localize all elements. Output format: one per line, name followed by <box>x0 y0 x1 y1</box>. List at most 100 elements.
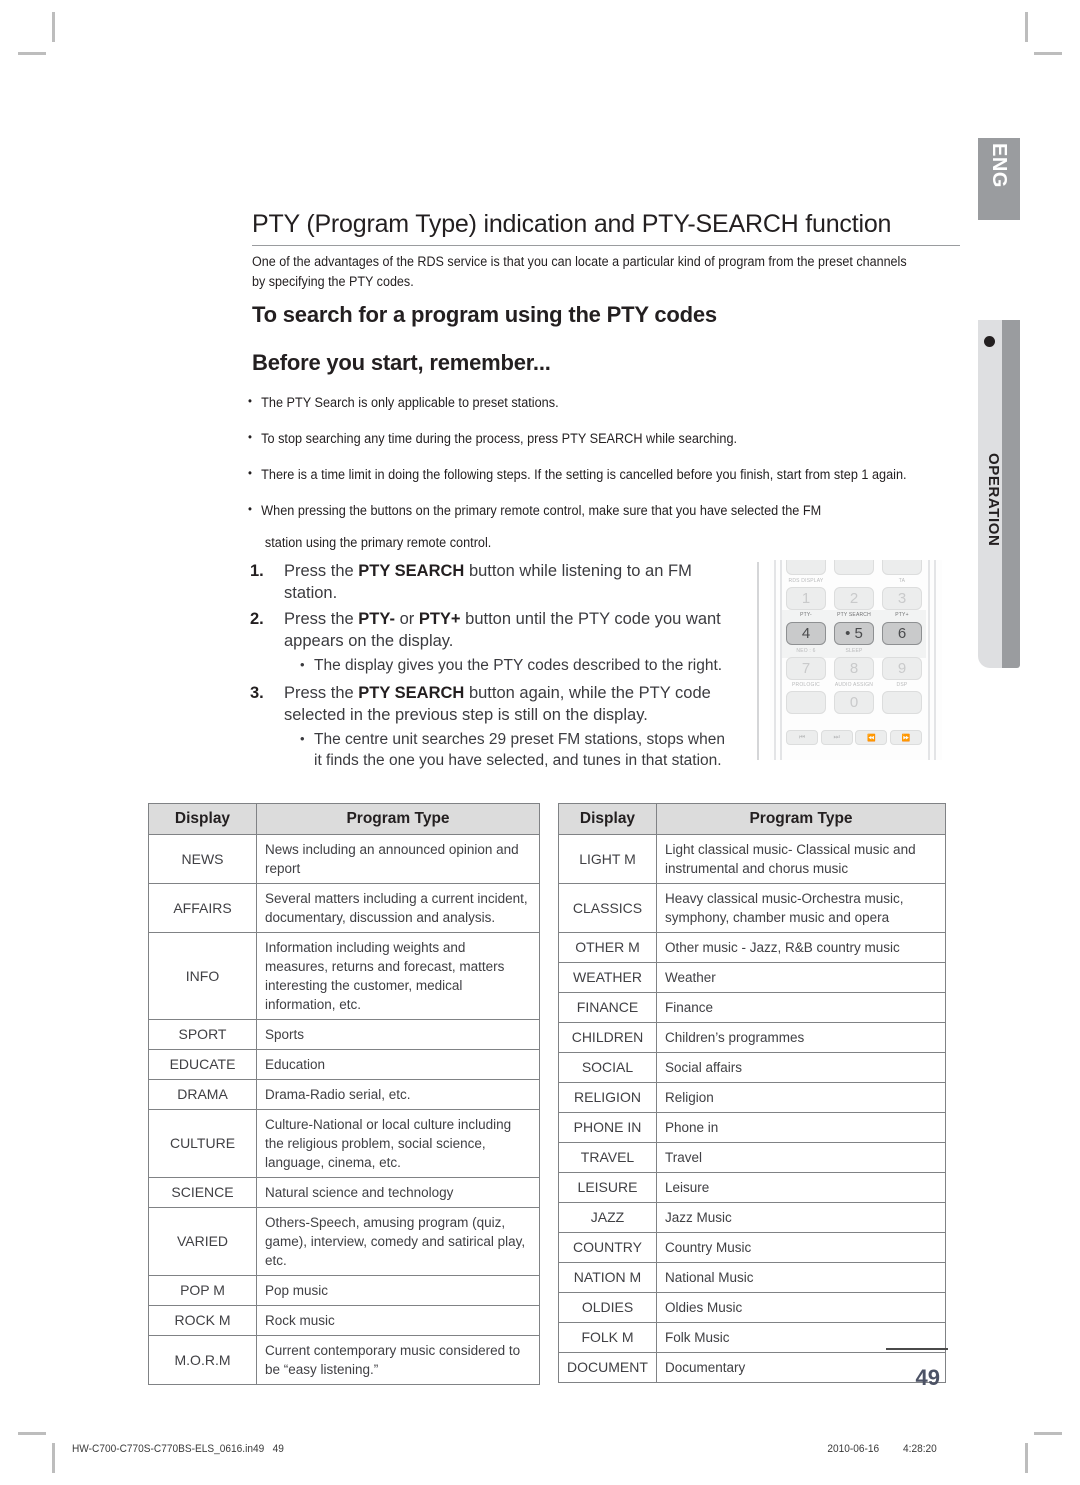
cell-display-code: NATION M <box>558 1262 657 1293</box>
step-text-before: Press the <box>284 562 359 580</box>
table-row: RELIGION Religion <box>558 1082 946 1113</box>
remote-button-dsp <box>882 691 922 714</box>
cell-display-code: SCIENCE <box>148 1177 257 1208</box>
remote-label-row-3: NEO : 6 SLEEP <box>786 647 922 655</box>
section-tab-label: OPERATION <box>985 453 1002 547</box>
footer-date: 2010-06-16 <box>827 1443 880 1455</box>
cell-display-code: EDUCATE <box>148 1049 257 1080</box>
cell-program-type: Current contemporary music considered to… <box>256 1335 540 1385</box>
table-header-row: Display Program Type <box>148 803 540 835</box>
page-number-rule <box>886 1348 948 1350</box>
remote-row-456: 4 • 5 6 <box>786 622 922 645</box>
cell-display-code: JAZZ <box>558 1202 657 1233</box>
step-bold-term-2: PTY+ <box>418 610 461 628</box>
cell-display-code: FINANCE <box>558 992 657 1023</box>
cell-program-type: Social affairs <box>656 1052 946 1083</box>
footer-right: 2010-06-16 4:28:20 <box>827 1443 936 1455</box>
remote-button-blank-a <box>786 560 826 575</box>
cell-display-code: NEWS <box>148 834 257 884</box>
cell-display-code: OTHER M <box>558 932 657 963</box>
cell-display-code: FOLK M <box>558 1322 657 1353</box>
remote-label-pty-plus: PTY+ <box>895 611 909 619</box>
pty-code-table-right: Display Program Type LIGHT M Light classi… <box>558 803 946 1383</box>
table-row: AFFAIRS Several matters including a curre… <box>148 883 540 933</box>
step-number: 3. <box>250 684 264 702</box>
step-bold-term: PTY SEARCH <box>358 684 465 702</box>
cell-program-type: Heavy classical music-Orchestra music, s… <box>656 883 946 933</box>
cell-program-type: News including an announced opinion and … <box>256 834 540 884</box>
cell-program-type: Several matters including a current inci… <box>256 883 540 933</box>
crop-mark-top-left-vertical <box>52 12 55 42</box>
cell-display-code: DRAMA <box>148 1079 257 1110</box>
table-row: M.O.R.M Current contemporary music consid… <box>148 1335 540 1385</box>
step-text-mid: or <box>394 610 419 628</box>
cell-display-code: ROCK M <box>148 1305 257 1336</box>
cell-program-type: Oldies Music <box>656 1292 946 1323</box>
remote-button-blank-c <box>882 560 922 575</box>
cell-program-type: Culture-National or local culture includ… <box>256 1109 540 1178</box>
cell-display-code: SOCIAL <box>558 1052 657 1083</box>
section-tab-operation: OPERATION <box>978 320 1020 668</box>
cell-program-type: Travel <box>656 1142 946 1173</box>
table-header-row: Display Program Type <box>558 803 946 835</box>
remote-row-789: 7 8 9 <box>786 657 922 680</box>
section-tab-dark-band <box>1000 320 1020 668</box>
cell-display-code: CULTURE <box>148 1109 257 1178</box>
table-row: LEISURE Leisure <box>558 1172 946 1203</box>
remote-label-rds-display: RDS DISPLAY <box>788 577 824 585</box>
table-row: VARIED Others-Speech, amusing program (qu… <box>148 1207 540 1276</box>
pty-code-table-left: Display Program Type NEWS News including … <box>148 803 540 1385</box>
table-row: JAZZ Jazz Music <box>558 1202 946 1233</box>
remote-button-9: 9 <box>882 657 922 680</box>
language-tab-label: ENG <box>988 143 1010 188</box>
column-header-display: Display <box>148 803 257 835</box>
notes-list: The PTY Search is only applicable to pre… <box>248 392 964 569</box>
remote-label-neo6: NEO : 6 <box>796 647 816 655</box>
note-item-line1: When pressing the buttons on the primary… <box>261 503 822 518</box>
cell-program-type: Finance <box>656 992 946 1023</box>
remote-label-row-2: PTY- PTY SEARCH PTY+ <box>786 611 922 619</box>
remote-label-blank-2 <box>882 648 922 655</box>
remote-label-dsp: DSP <box>896 681 908 689</box>
crop-mark-bottom-right-horizontal <box>1034 1432 1062 1435</box>
step-sub-list: The display gives you the PTY codes desc… <box>284 654 730 676</box>
crop-mark-top-right-horizontal <box>1034 52 1062 55</box>
cell-display-code: DOCUMENT <box>558 1352 657 1383</box>
heading-search-program: To search for a program using the PTY co… <box>252 302 717 327</box>
remote-edge-left-outer <box>774 560 776 760</box>
remote-label-pty-search: PTY SEARCH <box>837 611 871 619</box>
note-item: To stop searching any time during the pr… <box>248 428 921 448</box>
cell-display-code: TRAVEL <box>558 1142 657 1173</box>
heading-before-you-start: Before you start, remember... <box>252 350 551 375</box>
table-row: SPORT Sports <box>148 1019 540 1050</box>
remote-edge-right-outer <box>934 560 936 760</box>
page-canvas: ENG OPERATION PTY (Program Type) indicat… <box>0 0 1080 1485</box>
note-item: There is a time limit in doing the follo… <box>248 464 921 484</box>
remote-label-audio-assign: AUDIO ASSIGN <box>834 681 874 689</box>
table-row: INFO Information including weights and me… <box>148 932 540 1020</box>
step-item-1: 1. Press the PTY SEARCH button while lis… <box>250 560 730 604</box>
step-number: 1. <box>250 562 264 580</box>
remote-label-row-4: PROLOGIC AUDIO ASSIGN DSP <box>786 681 922 689</box>
cell-display-code: CHILDREN <box>558 1022 657 1053</box>
step-sub-item: The centre unit searches 29 preset FM st… <box>300 728 730 771</box>
crop-mark-bottom-right-vertical <box>1025 1443 1028 1473</box>
step-bold-term: PTY SEARCH <box>358 562 465 580</box>
cell-display-code: VARIED <box>148 1207 257 1276</box>
table-row: CULTURE Culture-National or local culture… <box>148 1109 540 1178</box>
remote-button-fast-forward-icon: ⏩ <box>889 730 922 745</box>
table-row: DRAMA Drama-Radio serial, etc. <box>148 1079 540 1110</box>
cell-display-code: LIGHT M <box>558 834 657 884</box>
cell-display-code: WEATHER <box>558 962 657 993</box>
table-row: ROCK M Rock music <box>148 1305 540 1336</box>
crop-mark-top-left-horizontal <box>18 52 46 55</box>
remote-control-illustration: RDS DISPLAY TA 1 2 3 PTY- PTY SEARCH PTY… <box>770 560 942 760</box>
column-header-display: Display <box>558 803 657 835</box>
note-item: When pressing the buttons on the primary… <box>248 500 921 552</box>
remote-button-6: 6 <box>882 622 922 645</box>
cell-program-type: Phone in <box>656 1112 946 1143</box>
table-row: POP M Pop music <box>148 1275 540 1306</box>
remote-button-next-track-icon: ⏭ <box>820 730 853 745</box>
remote-row-transport: ⏮ ⏭ ⏪ ⏩ <box>786 730 922 745</box>
remote-button-blank-b <box>834 560 874 575</box>
